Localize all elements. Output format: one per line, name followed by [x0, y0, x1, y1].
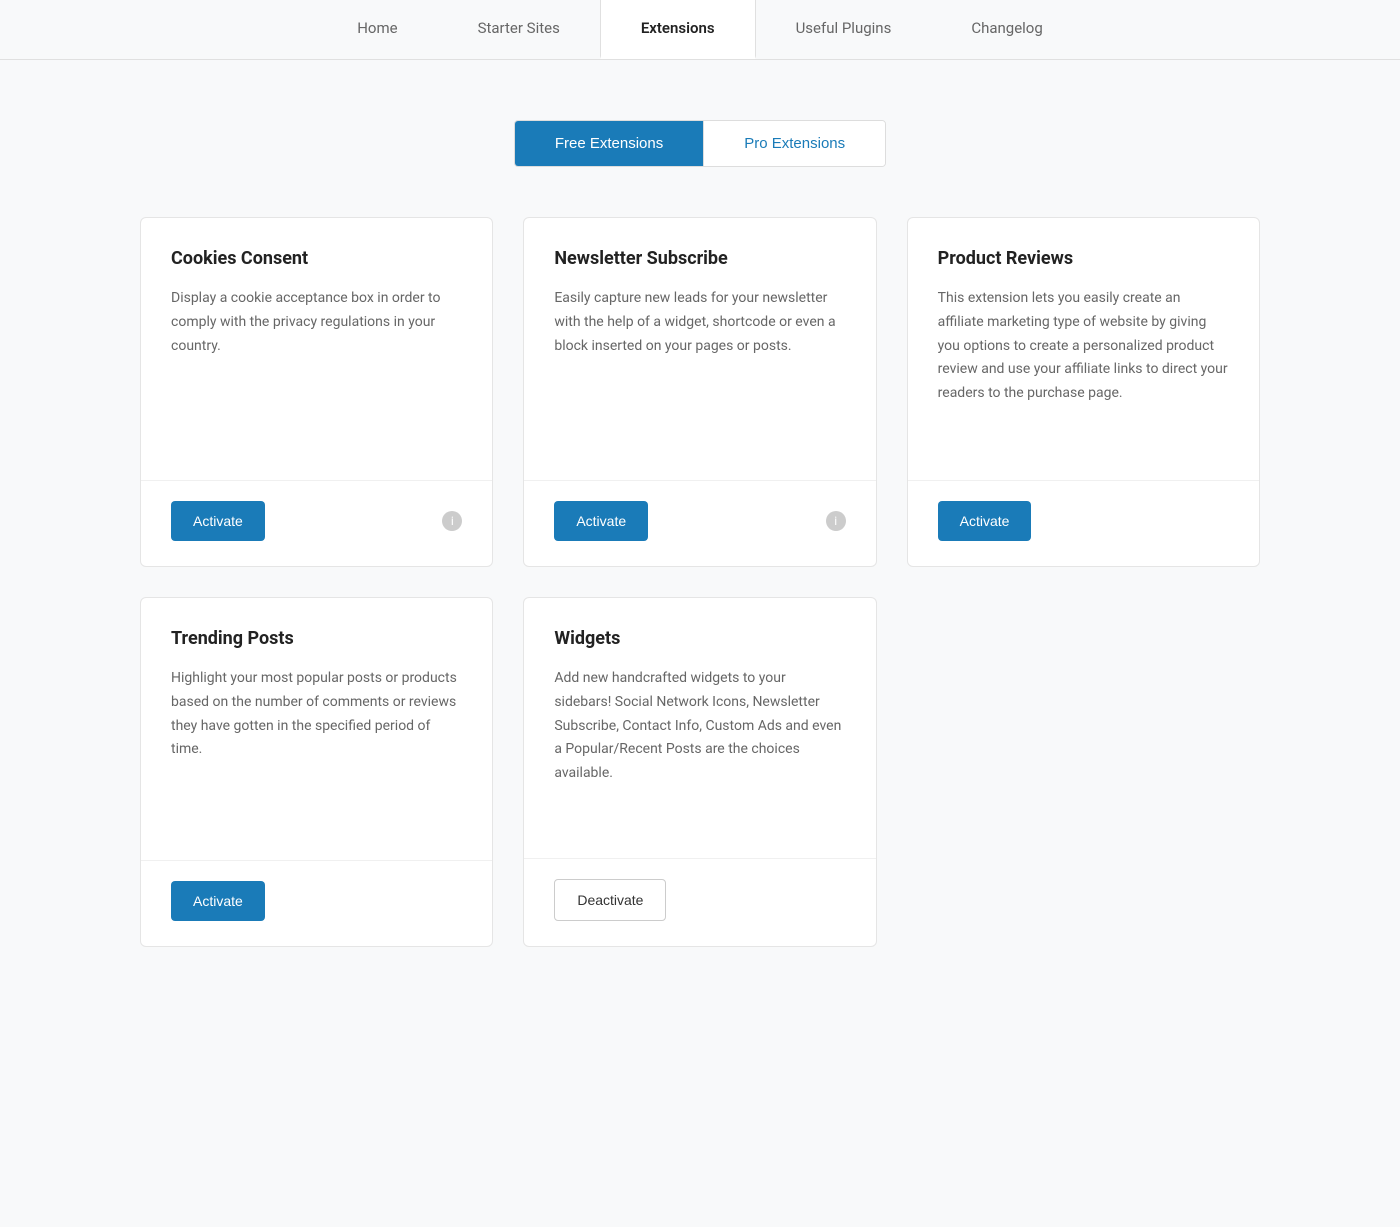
tab-buttons-container: Free Extensions Pro Extensions — [140, 120, 1260, 167]
activate-product-reviews-button[interactable]: Activate — [938, 501, 1032, 541]
activate-cookies-consent-button[interactable]: Activate — [171, 501, 265, 541]
info-cookies-consent-icon[interactable]: i — [442, 511, 462, 531]
card-product-reviews-content: Product Reviews This extension lets you … — [908, 218, 1259, 480]
card-trending-posts-description: Highlight your most popular posts or pro… — [171, 667, 462, 762]
card-product-reviews: Product Reviews This extension lets you … — [907, 217, 1260, 567]
main-navigation: Home Starter Sites Extensions Useful Plu… — [0, 0, 1400, 60]
card-cookies-consent-content: Cookies Consent Display a cookie accepta… — [141, 218, 492, 480]
card-widgets-content: Widgets Add new handcrafted widgets to y… — [524, 598, 875, 858]
card-trending-posts-footer: Activate — [141, 860, 492, 946]
card-newsletter-subscribe: Newsletter Subscribe Easily capture new … — [523, 217, 876, 567]
card-widgets-footer: Deactivate — [524, 858, 875, 946]
card-widgets-description: Add new handcrafted widgets to your side… — [554, 667, 845, 786]
card-widgets-title: Widgets — [554, 628, 845, 649]
card-newsletter-subscribe-title: Newsletter Subscribe — [554, 248, 845, 269]
nav-item-home[interactable]: Home — [317, 0, 437, 59]
extensions-grid-row2: Trending Posts Highlight your most popul… — [140, 597, 1260, 947]
nav-item-useful-plugins[interactable]: Useful Plugins — [756, 0, 932, 59]
deactivate-widgets-button[interactable]: Deactivate — [554, 879, 666, 921]
nav-item-extensions[interactable]: Extensions — [600, 0, 756, 59]
info-newsletter-subscribe-icon[interactable]: i — [826, 511, 846, 531]
card-widgets: Widgets Add new handcrafted widgets to y… — [523, 597, 876, 947]
activate-trending-posts-button[interactable]: Activate — [171, 881, 265, 921]
extensions-grid-row1: Cookies Consent Display a cookie accepta… — [140, 217, 1260, 567]
tab-btn-group: Free Extensions Pro Extensions — [514, 120, 886, 167]
tab-free-extensions[interactable]: Free Extensions — [515, 121, 703, 166]
tab-pro-extensions[interactable]: Pro Extensions — [703, 121, 885, 166]
card-product-reviews-title: Product Reviews — [938, 248, 1229, 269]
card-newsletter-subscribe-description: Easily capture new leads for your newsle… — [554, 287, 845, 358]
card-trending-posts: Trending Posts Highlight your most popul… — [140, 597, 493, 947]
card-cookies-consent: Cookies Consent Display a cookie accepta… — [140, 217, 493, 567]
nav-item-changelog[interactable]: Changelog — [931, 0, 1082, 59]
card-product-reviews-description: This extension lets you easily create an… — [938, 287, 1229, 406]
card-newsletter-subscribe-footer: Activate i — [524, 480, 875, 566]
card-trending-posts-content: Trending Posts Highlight your most popul… — [141, 598, 492, 860]
card-newsletter-subscribe-content: Newsletter Subscribe Easily capture new … — [524, 218, 875, 480]
card-cookies-consent-description: Display a cookie acceptance box in order… — [171, 287, 462, 358]
card-cookies-consent-title: Cookies Consent — [171, 248, 462, 269]
card-product-reviews-footer: Activate — [908, 480, 1259, 566]
card-trending-posts-title: Trending Posts — [171, 628, 462, 649]
nav-item-starter-sites[interactable]: Starter Sites — [438, 0, 600, 59]
card-cookies-consent-footer: Activate i — [141, 480, 492, 566]
card-empty-slot — [907, 597, 1260, 947]
activate-newsletter-subscribe-button[interactable]: Activate — [554, 501, 648, 541]
main-content: Free Extensions Pro Extensions Cookies C… — [100, 60, 1300, 987]
